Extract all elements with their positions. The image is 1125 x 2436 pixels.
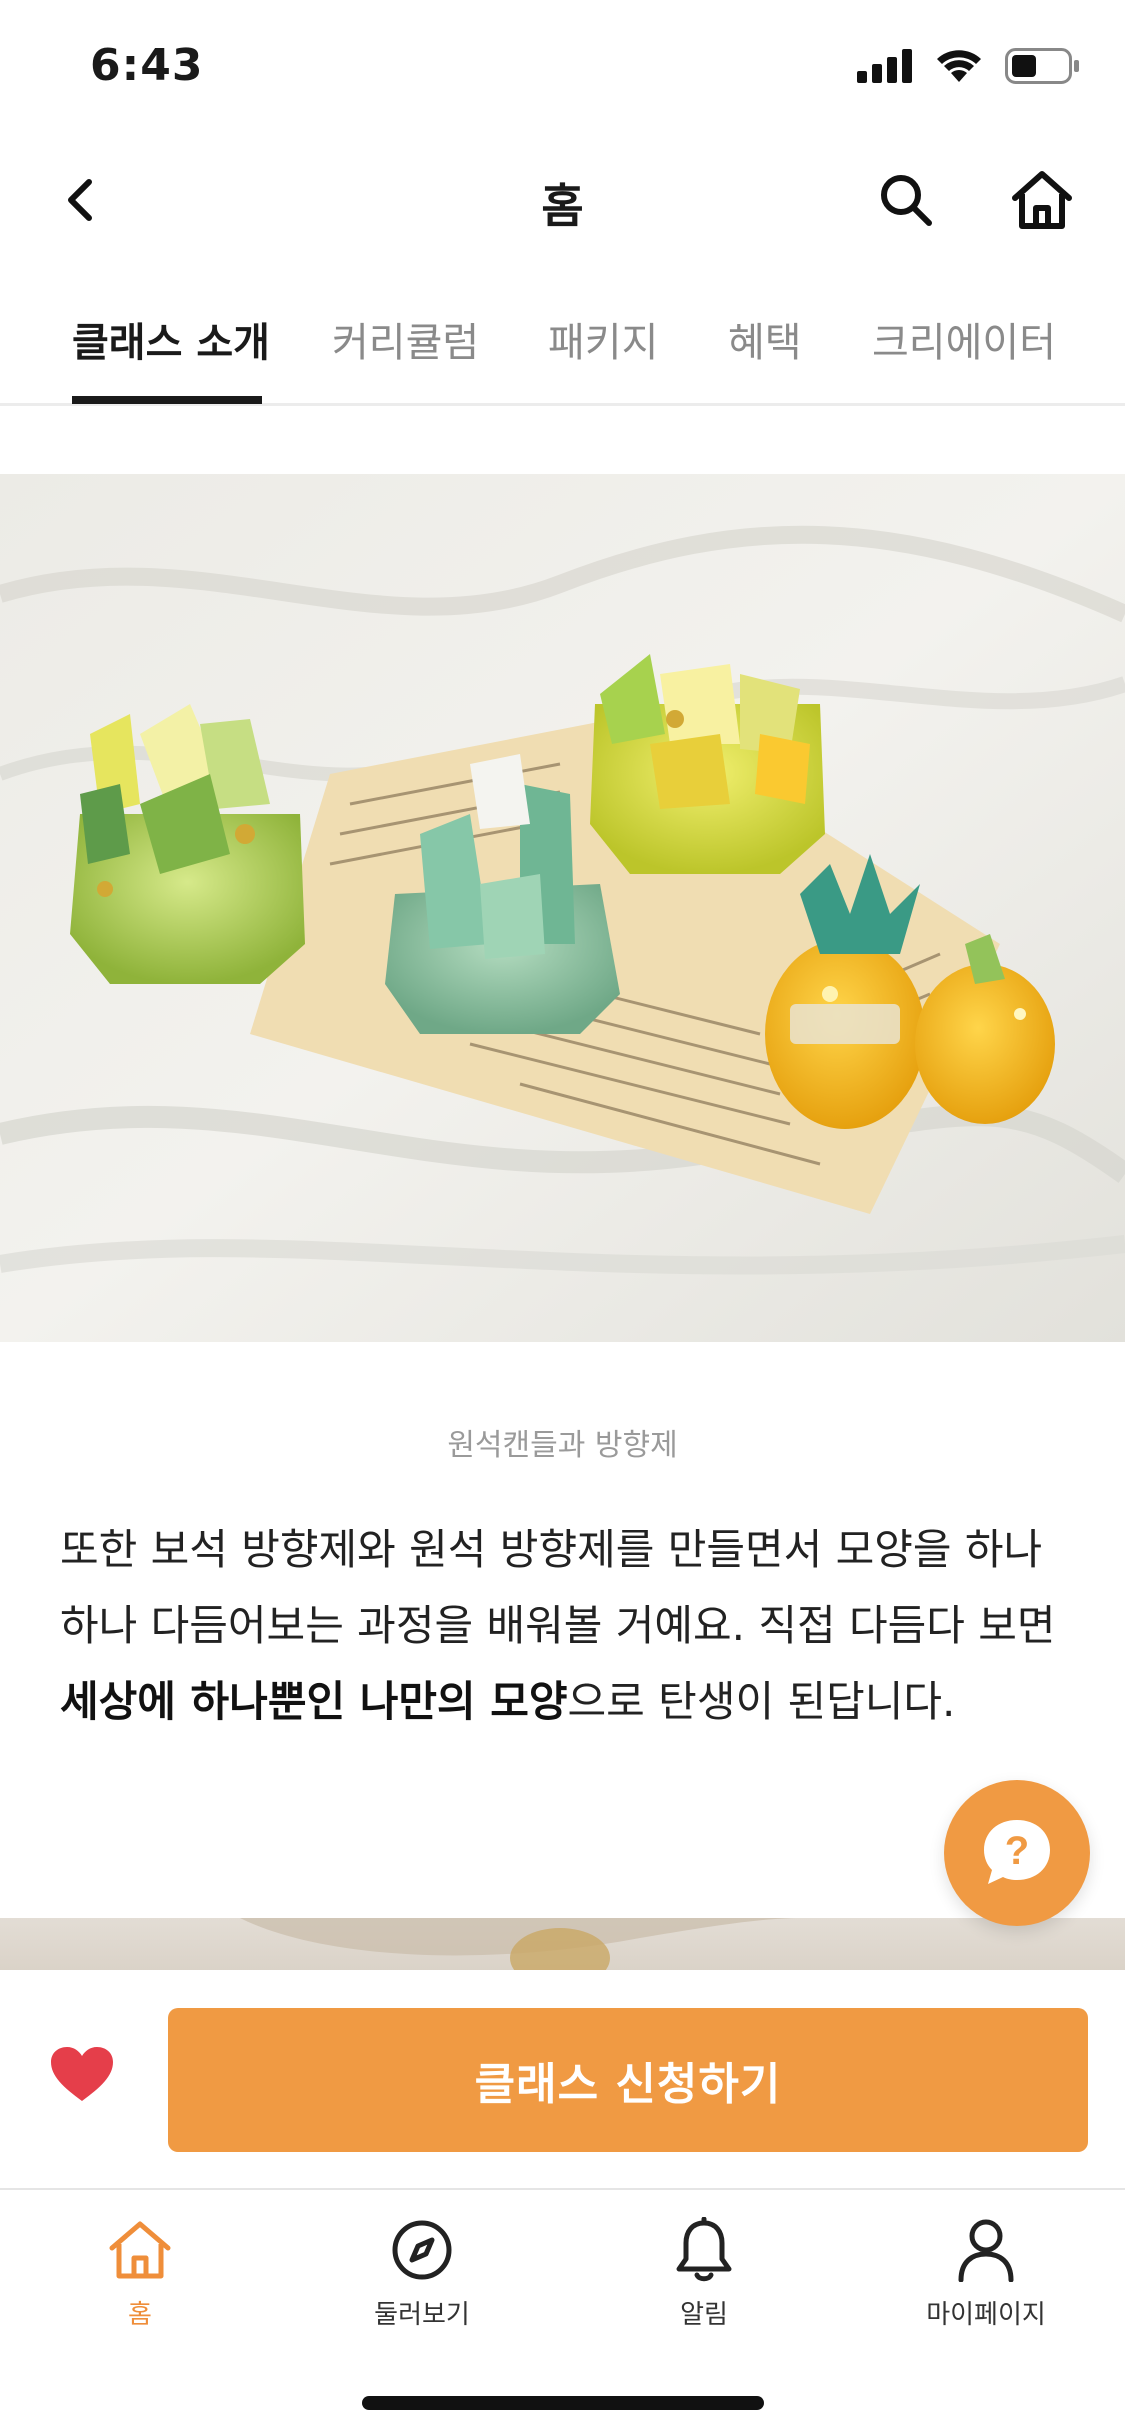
tab-bar: 클래스 소개 커리큘럼 패키지 혜택 크리에이터 — [0, 290, 1125, 406]
tab-active-indicator — [72, 396, 262, 404]
tab-package[interactable]: 패키지 — [548, 310, 658, 368]
tab-curriculum[interactable]: 커리큘럼 — [332, 310, 479, 368]
nav-bar: 홈 — [0, 140, 1125, 260]
home-icon — [1012, 171, 1072, 229]
bell-icon — [676, 2217, 732, 2282]
class-description: 또한 보석 방향제와 원석 방향제를 만들면서 모양을 하나하나 다듬어보는 과… — [60, 1512, 1070, 1740]
tab-creator[interactable]: 크리에이터 — [872, 310, 1056, 368]
bottom-nav-explore-label: 둘러보기 — [374, 2300, 470, 2330]
bottom-nav-home[interactable]: 홈 — [40, 2214, 240, 2331]
bottom-nav-mypage-label: 마이페이지 — [926, 2300, 1046, 2330]
bottom-nav-mypage[interactable]: 마이페이지 — [886, 2214, 1086, 2331]
svg-text:?: ? — [1005, 1829, 1029, 1873]
apply-class-button[interactable]: 클래스 신청하기 — [168, 2008, 1088, 2152]
class-photo — [0, 474, 1125, 1342]
tab-class-intro[interactable]: 클래스 소개 — [72, 310, 270, 368]
home-icon — [109, 2221, 171, 2279]
wifi-icon — [937, 50, 981, 82]
bottom-nav-home-label: 홈 — [128, 2300, 152, 2330]
home-button[interactable] — [1006, 164, 1078, 236]
battery-icon — [1005, 48, 1079, 84]
search-button[interactable] — [872, 166, 940, 234]
status-time: 6:43 — [90, 40, 204, 91]
description-text-2: 으로 탄생이 된답니다. — [567, 1677, 956, 1726]
description-text-1: 또한 보석 방향제와 원석 방향제를 만들면서 모양을 하나하나 다듬어보는 과… — [60, 1525, 1056, 1650]
like-button[interactable] — [46, 2038, 118, 2110]
class-photo-next — [0, 1918, 1125, 1978]
tab-benefits[interactable]: 혜택 — [728, 310, 802, 368]
page-title: 홈 — [541, 179, 584, 233]
cta-bar: 클래스 신청하기 — [0, 1970, 1125, 2190]
help-chat-icon: ? — [984, 1820, 1050, 1884]
compass-icon — [392, 2220, 452, 2280]
description-highlight: 세상에 하나뿐인 나만의 모양 — [60, 1677, 568, 1726]
person-icon — [958, 2219, 1014, 2282]
help-chat-button[interactable]: ? — [944, 1780, 1090, 1926]
status-bar: 6:43 — [0, 0, 1125, 132]
bottom-nav-notifications-label: 알림 — [680, 2300, 728, 2330]
image-caption: 원석캔들과 방향제 — [447, 1428, 678, 1463]
home-indicator — [362, 2396, 764, 2410]
bottom-nav-explore[interactable]: 둘러보기 — [322, 2214, 522, 2331]
search-icon — [881, 175, 932, 226]
heart-icon — [51, 2047, 113, 2101]
cellular-signal-icon — [857, 49, 912, 83]
status-icons — [857, 48, 1081, 84]
bottom-nav: 홈 둘러보기 알림 마이페이지 — [0, 2192, 1125, 2382]
bottom-nav-notifications[interactable]: 알림 — [604, 2214, 804, 2331]
